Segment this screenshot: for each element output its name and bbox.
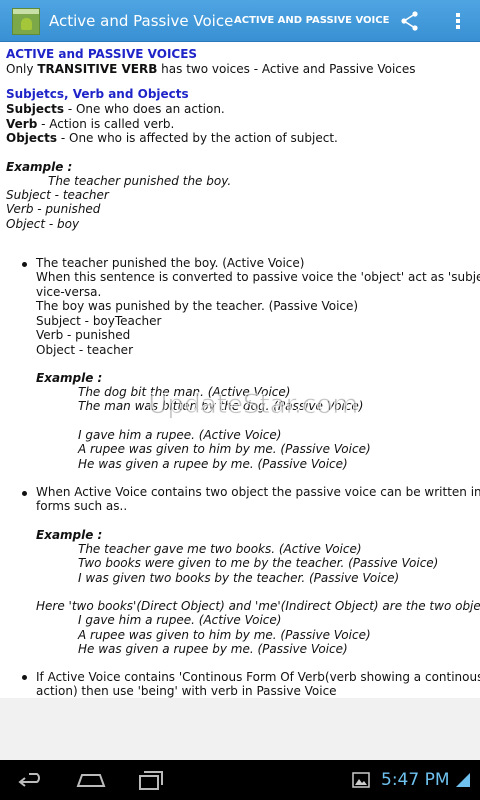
example-line: I gave him a rupee. (Active Voice) (78, 613, 282, 627)
app-title: Active and Passive Voice (49, 12, 234, 30)
example-object: Object - boy (6, 217, 80, 231)
bullet1-line: The boy was punished by the teacher. (Pa… (36, 299, 359, 313)
example-line: The teacher gave me two books. (Active V… (78, 542, 362, 556)
bullet1-line: Verb - punished (36, 328, 131, 342)
definition-objects: Objects - One who is affected by the act… (6, 131, 338, 145)
action-bar: Active and Passive Voice ACTIVE AND PASS… (0, 0, 480, 42)
heading-subjects-verb-objects: Subjetcs, Verb and Objects (6, 87, 189, 101)
bullet1-line: vice-versa. (36, 285, 102, 299)
bullet2-line: When Active Voice contains two object th… (36, 485, 480, 499)
signal-icon (455, 772, 471, 788)
intro-text: Only TRANSITIVE VERB has two voices - Ac… (6, 62, 416, 76)
definition-subjects: Subjects - One who does an action. (6, 102, 225, 116)
empty-bottom-area (0, 698, 480, 760)
example-line: He was given a rupee by me. (Passive Voi… (78, 457, 348, 471)
example-line: A rupee was given to him by me. (Passive… (78, 628, 371, 642)
bullet2-line: forms such as.. (36, 499, 128, 513)
watermark-logo: UpdateStar.com (148, 389, 359, 421)
example-line: Two books were given to me by the teache… (78, 556, 439, 570)
example-label: Example : (6, 160, 73, 174)
home-icon[interactable] (75, 768, 107, 792)
bullet-dot (22, 491, 27, 496)
example-verb: Verb - punished (6, 202, 101, 216)
bullet1-line: The teacher punished the boy. (Active Vo… (36, 256, 305, 270)
objects-note: Here 'two books'(Direct Object) and 'me'… (36, 599, 480, 613)
status-clock: 5:47 PM (381, 770, 450, 790)
system-nav-bar: 5:47 PM (0, 760, 480, 800)
bullet3-line: action) then use 'being' with verb in Pa… (36, 684, 337, 698)
example-subject: Subject - teacher (6, 188, 109, 202)
example-line: I gave him a rupee. (Active Voice) (78, 428, 282, 442)
bullet1-line: Object - teacher (36, 343, 134, 357)
heading-active-passive: ACTIVE and PASSIVE VOICES (6, 47, 198, 61)
example-label: Example : (36, 371, 103, 385)
bullet3-line: If Active Voice contains 'Continous Form… (36, 670, 480, 684)
lesson-content[interactable]: ACTIVE and PASSIVE VOICES Only TRANSITIV… (0, 42, 480, 698)
definition-verb: Verb - Action is called verb. (6, 117, 175, 131)
bullet1-line: When this sentence is converted to passi… (36, 270, 480, 284)
overflow-menu-icon[interactable] (446, 10, 470, 32)
bullet-dot (22, 675, 27, 680)
recent-apps-icon[interactable] (135, 768, 167, 792)
share-icon[interactable] (398, 10, 422, 32)
example-sentence: The teacher punished the boy. (48, 174, 232, 188)
back-icon[interactable] (15, 768, 47, 792)
example-line: He was given a rupee by me. (Passive Voi… (78, 642, 348, 656)
example-line: I was given two books by the teacher. (P… (78, 571, 400, 585)
page-subtitle: ACTIVE AND PASSIVE VOICE (234, 15, 390, 26)
gallery-notification-icon[interactable] (352, 772, 370, 788)
bullet1-line: Subject - boyTeacher (36, 314, 162, 328)
example-label: Example : (36, 528, 103, 542)
app-logo-icon[interactable] (12, 8, 40, 35)
example-line: A rupee was given to him by me. (Passive… (78, 442, 371, 456)
bullet-dot (22, 262, 27, 267)
